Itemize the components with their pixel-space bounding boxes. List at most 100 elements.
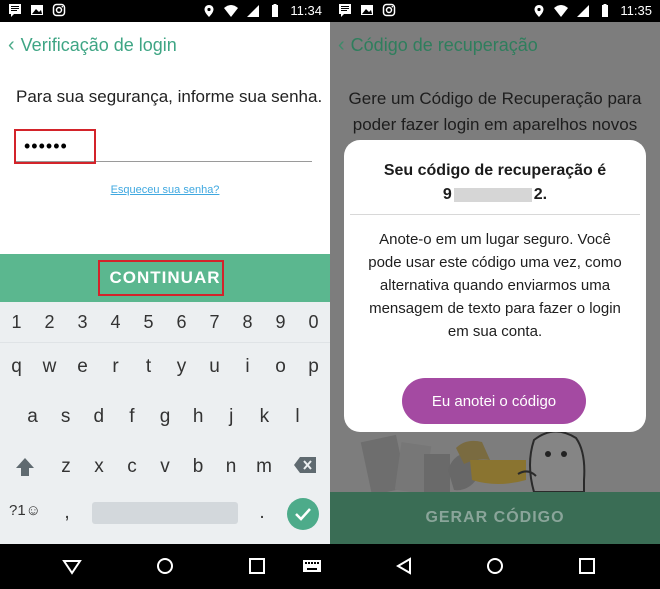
done-key[interactable] bbox=[287, 498, 319, 530]
recents-icon[interactable] bbox=[577, 556, 597, 576]
key-3[interactable]: 3 bbox=[66, 312, 99, 333]
back-icon[interactable] bbox=[62, 556, 82, 576]
key-y[interactable]: y bbox=[165, 356, 198, 378]
comma-key[interactable]: , bbox=[50, 502, 84, 524]
shift-icon bbox=[15, 458, 34, 476]
key-p[interactable]: p bbox=[297, 356, 330, 378]
status-time: 11:35 bbox=[620, 3, 652, 18]
key-b[interactable]: b bbox=[182, 456, 215, 484]
login-verification-screen: 11:34 ‹ Verificação de login Para sua se… bbox=[0, 0, 330, 589]
key-i[interactable]: i bbox=[231, 356, 264, 378]
key-x[interactable]: x bbox=[83, 456, 116, 484]
key-h[interactable]: h bbox=[182, 406, 215, 428]
status-bar: 11:35 bbox=[330, 0, 660, 22]
battery-icon bbox=[272, 3, 279, 17]
home-icon[interactable] bbox=[485, 556, 505, 576]
key-7[interactable]: 7 bbox=[198, 312, 231, 333]
code-noted-button[interactable]: Eu anotei o código bbox=[402, 378, 586, 424]
key-t[interactable]: t bbox=[132, 356, 165, 378]
recovery-code-dialog: Seu código de recuperação é 9 2. Anote-o … bbox=[344, 140, 646, 432]
key-0[interactable]: 0 bbox=[297, 312, 330, 333]
key-r[interactable]: r bbox=[99, 356, 132, 378]
password-highlight-box bbox=[14, 129, 96, 164]
key-m[interactable]: m bbox=[248, 456, 281, 484]
navigation-bar bbox=[0, 544, 330, 589]
background-description: Gere um Código de Recuperação para poder… bbox=[348, 89, 642, 134]
key-a[interactable]: a bbox=[16, 406, 49, 428]
key-n[interactable]: n bbox=[215, 456, 248, 484]
instagram-icon bbox=[382, 3, 396, 17]
dialog-message: Anote-o em um lugar seguro. Você pode us… bbox=[368, 231, 622, 340]
continue-highlight-box bbox=[98, 260, 224, 296]
keyboard-icon[interactable] bbox=[302, 556, 322, 576]
key-j[interactable]: j bbox=[215, 406, 248, 428]
password-prompt: Para sua segurança, informe sua senha. bbox=[16, 87, 323, 106]
code-suffix: 2. bbox=[533, 186, 548, 203]
page-title: Verificação de login bbox=[20, 34, 177, 55]
key-c[interactable]: c bbox=[116, 456, 149, 484]
image-icon bbox=[31, 5, 43, 15]
backspace-icon bbox=[294, 457, 317, 473]
key-1[interactable]: 1 bbox=[0, 312, 33, 333]
location-icon bbox=[534, 4, 544, 17]
instagram-icon bbox=[52, 3, 66, 17]
key-8[interactable]: 8 bbox=[231, 312, 264, 333]
location-icon bbox=[204, 4, 214, 17]
key-4[interactable]: 4 bbox=[99, 312, 132, 333]
keyboard-divider bbox=[0, 342, 330, 343]
space-key[interactable] bbox=[92, 502, 238, 524]
key-5[interactable]: 5 bbox=[132, 312, 165, 333]
wifi-icon bbox=[224, 4, 239, 17]
period-key[interactable]: . bbox=[250, 502, 274, 524]
letter-row-3: z x c v b n m bbox=[0, 456, 330, 484]
code-redaction bbox=[453, 187, 532, 202]
key-f[interactable]: f bbox=[115, 406, 148, 428]
code-noted-label: Eu anotei o código bbox=[431, 392, 557, 410]
forgot-password-link[interactable]: Esqueceu sua senha? bbox=[0, 184, 330, 196]
recovery-code: 9 2. bbox=[344, 186, 646, 204]
image-icon bbox=[361, 5, 373, 15]
back-chevron-icon[interactable]: ‹ bbox=[338, 34, 345, 57]
key-k[interactable]: k bbox=[248, 406, 281, 428]
key-2[interactable]: 2 bbox=[33, 312, 66, 333]
letter-row-1: q w e r t y u i o p bbox=[0, 356, 330, 378]
generate-code-label: GERAR CÓDIGO bbox=[425, 509, 565, 526]
key-l[interactable]: l bbox=[281, 406, 314, 428]
key-9[interactable]: 9 bbox=[264, 312, 297, 333]
app-bar: ‹ Código de recuperação bbox=[330, 22, 660, 68]
backspace-key[interactable] bbox=[281, 456, 331, 484]
key-g[interactable]: g bbox=[148, 406, 181, 428]
wifi-icon bbox=[554, 4, 569, 17]
dialog-divider bbox=[350, 214, 640, 215]
message-icon bbox=[9, 4, 21, 17]
battery-icon bbox=[602, 3, 609, 17]
page-title: Código de recuperação bbox=[350, 34, 538, 55]
shift-key[interactable] bbox=[0, 456, 50, 484]
message-icon bbox=[339, 4, 351, 17]
home-icon[interactable] bbox=[155, 556, 175, 576]
code-prefix: 9 bbox=[442, 186, 452, 203]
symbols-key[interactable]: ?1☺ bbox=[0, 502, 50, 524]
key-v[interactable]: v bbox=[149, 456, 182, 484]
status-bar: 11:34 bbox=[0, 0, 330, 22]
key-o[interactable]: o bbox=[264, 356, 297, 378]
key-s[interactable]: s bbox=[49, 406, 82, 428]
back-chevron-icon[interactable]: ‹ bbox=[8, 34, 15, 57]
signal-icon bbox=[247, 4, 260, 17]
check-icon bbox=[295, 508, 311, 521]
generate-code-button[interactable]: GERAR CÓDIGO bbox=[330, 492, 660, 544]
back-icon[interactable] bbox=[394, 556, 414, 576]
key-q[interactable]: q bbox=[0, 356, 33, 378]
dialog-title: Seu código de recuperação é bbox=[383, 162, 607, 179]
key-e[interactable]: e bbox=[66, 356, 99, 378]
key-u[interactable]: u bbox=[198, 356, 231, 378]
ghost-mascot-illustration bbox=[360, 430, 586, 492]
letter-row-2: a s d f g h j k l bbox=[0, 406, 330, 428]
navigation-bar bbox=[330, 544, 660, 589]
key-d[interactable]: d bbox=[82, 406, 115, 428]
key-z[interactable]: z bbox=[50, 456, 83, 484]
recents-icon[interactable] bbox=[247, 556, 267, 576]
app-bar: ‹ Verificação de login bbox=[0, 22, 330, 68]
key-6[interactable]: 6 bbox=[165, 312, 198, 333]
key-w[interactable]: w bbox=[33, 356, 66, 378]
